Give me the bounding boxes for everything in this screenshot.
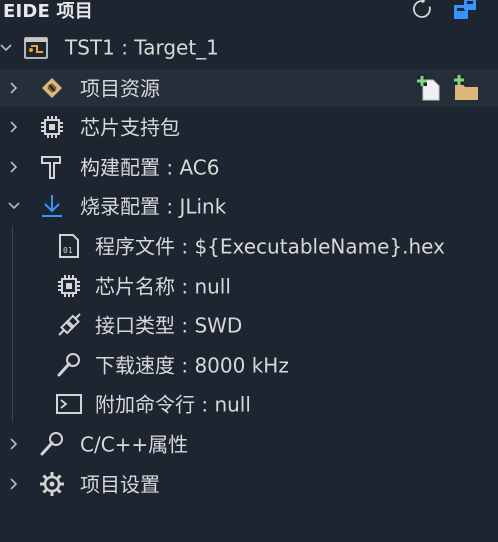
flash-child-label: 芯片名称 : null (95, 274, 231, 299)
panel-title: EIDE 项目 (3, 1, 93, 22)
tree-item-build-config[interactable]: 构建配置 : AC6 (0, 148, 498, 186)
tree-item-cpp-properties[interactable]: C/C++属性 (0, 425, 498, 463)
flash-child-program-file[interactable]: 01 程序文件 : ${ExecutableName}.hex (0, 227, 498, 265)
svg-text:01: 01 (63, 246, 73, 255)
tree-item-flash-config[interactable]: 烧录配置 : JLink (0, 187, 498, 225)
chevron-right-icon[interactable] (6, 436, 22, 452)
tree-item-label: C/C++属性 (80, 432, 189, 457)
wrench-icon (55, 351, 83, 379)
tree-item-label: 烧录配置 : JLink (80, 194, 227, 219)
chevron-down-icon[interactable] (6, 198, 22, 214)
flash-child-label: 程序文件 : ${ExecutableName}.hex (95, 234, 445, 259)
chevron-right-icon[interactable] (6, 476, 22, 492)
tree-item-label: 项目资源 (80, 76, 160, 101)
add-file-icon[interactable] (415, 74, 443, 102)
download-icon (38, 192, 66, 220)
flash-child-label: 附加命令行 : null (95, 392, 251, 417)
flash-child-extra-cmdline[interactable]: 附加命令行 : null (0, 385, 498, 423)
tree-item-label: 项目设置 (80, 472, 160, 497)
tree-root-label: TST1 : Target_1 (65, 35, 219, 60)
gear-icon (38, 470, 66, 498)
tree-item-chip-support-pack[interactable]: 芯片支持包 (0, 108, 498, 146)
refresh-icon[interactable] (409, 0, 435, 21)
chevron-right-icon[interactable] (6, 80, 22, 96)
chevron-down-icon[interactable] (0, 40, 14, 56)
tree-root-row[interactable]: TST1 : Target_1 (0, 29, 498, 67)
terminal-icon (55, 390, 83, 418)
chip-icon (55, 272, 83, 300)
hammer-icon (38, 153, 66, 181)
resources-icon (38, 74, 66, 102)
panel-header: EIDE 项目 (0, 0, 498, 22)
chip-icon (38, 113, 66, 141)
flash-child-interface-type[interactable]: 接口类型 : SWD (0, 306, 498, 344)
flash-child-download-speed[interactable]: 下载速度 : 8000 kHz (0, 346, 498, 384)
project-icon (23, 34, 51, 62)
binary-file-icon: 01 (55, 232, 83, 260)
plug-icon (55, 311, 83, 339)
chevron-right-icon[interactable] (6, 159, 22, 175)
tree-item-project-resources[interactable]: 项目资源 (0, 69, 498, 107)
flash-child-chip-name[interactable]: 芯片名称 : null (0, 267, 498, 305)
chevron-right-icon[interactable] (6, 119, 22, 135)
wrench-icon (38, 430, 66, 458)
flash-child-label: 接口类型 : SWD (95, 313, 243, 338)
flash-child-label: 下载速度 : 8000 kHz (95, 353, 289, 378)
tree-item-project-settings[interactable]: 项目设置 (0, 465, 498, 503)
open-project-icon[interactable] (452, 0, 478, 21)
add-folder-icon[interactable] (452, 74, 480, 102)
tree-item-label: 构建配置 : AC6 (80, 155, 220, 180)
tree-item-label: 芯片支持包 (80, 115, 180, 140)
